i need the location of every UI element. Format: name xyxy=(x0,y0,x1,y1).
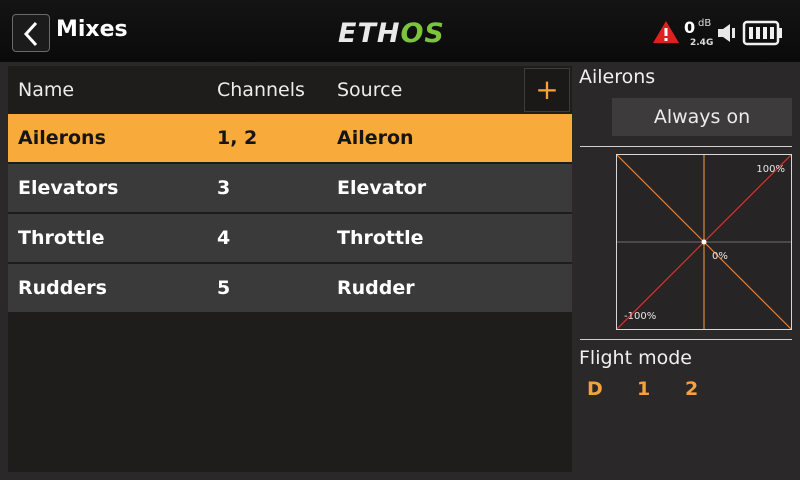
curve-top-label: 100% xyxy=(756,164,785,175)
divider xyxy=(580,146,792,147)
battery-icon[interactable] xyxy=(742,20,784,46)
curve-plot: 100% 0% -100% xyxy=(617,155,791,329)
ethos-logo: ETHOS xyxy=(338,18,445,49)
curve-center-label: 0% xyxy=(712,251,728,262)
mix-channels: 4 xyxy=(217,227,231,249)
mix-source: Throttle xyxy=(337,227,424,249)
column-header-channels: Channels xyxy=(217,79,305,101)
mixes-table: Name Channels Source + Ailerons 1, 2 Ail… xyxy=(8,66,572,472)
mix-name: Elevators xyxy=(18,177,119,199)
volume-unit: dB xyxy=(698,18,712,29)
mix-channels: 3 xyxy=(217,177,231,199)
flight-mode-item[interactable]: 1 xyxy=(637,378,650,400)
mix-curve-graph: 100% 0% -100% xyxy=(616,154,792,330)
back-button[interactable] xyxy=(12,14,50,52)
flight-mode-item[interactable]: D xyxy=(587,378,603,400)
flight-mode-label: Flight mode xyxy=(579,347,692,369)
mix-name: Rudders xyxy=(18,277,107,299)
mix-channels: 5 xyxy=(217,277,231,299)
table-row[interactable]: Throttle 4 Throttle xyxy=(8,214,572,262)
rf-band: 2.4G xyxy=(690,38,714,48)
column-header-name: Name xyxy=(18,79,75,101)
table-row[interactable]: Elevators 3 Elevator xyxy=(8,164,572,212)
mix-channels: 1, 2 xyxy=(217,127,258,149)
page-title: Mixes xyxy=(56,17,128,42)
flight-mode-item[interactable]: 2 xyxy=(685,378,698,400)
active-condition-button[interactable]: Always on xyxy=(612,98,792,136)
table-header: Name Channels Source + xyxy=(8,66,572,112)
chevron-left-icon xyxy=(23,21,38,47)
top-bar: Mixes ETHOS 0 dB 2.4G xyxy=(0,0,800,62)
mix-name: Throttle xyxy=(18,227,105,249)
table-row[interactable]: Ailerons 1, 2 Aileron xyxy=(8,114,572,162)
selected-mix-title: Ailerons xyxy=(579,66,656,88)
curve-center-point xyxy=(701,239,707,245)
mix-source: Aileron xyxy=(337,127,414,149)
curve-bottom-label: -100% xyxy=(624,311,656,322)
divider xyxy=(580,339,792,340)
mix-source: Rudder xyxy=(337,277,415,299)
mix-name: Ailerons xyxy=(18,127,106,149)
volume-value: 0 xyxy=(684,18,696,37)
warning-icon[interactable] xyxy=(652,20,680,44)
column-header-source: Source xyxy=(337,79,403,101)
add-mix-button[interactable]: + xyxy=(524,68,570,112)
mix-source: Elevator xyxy=(337,177,427,199)
speaker-icon[interactable] xyxy=(716,22,738,44)
table-row[interactable]: Rudders 5 Rudder xyxy=(8,264,572,312)
